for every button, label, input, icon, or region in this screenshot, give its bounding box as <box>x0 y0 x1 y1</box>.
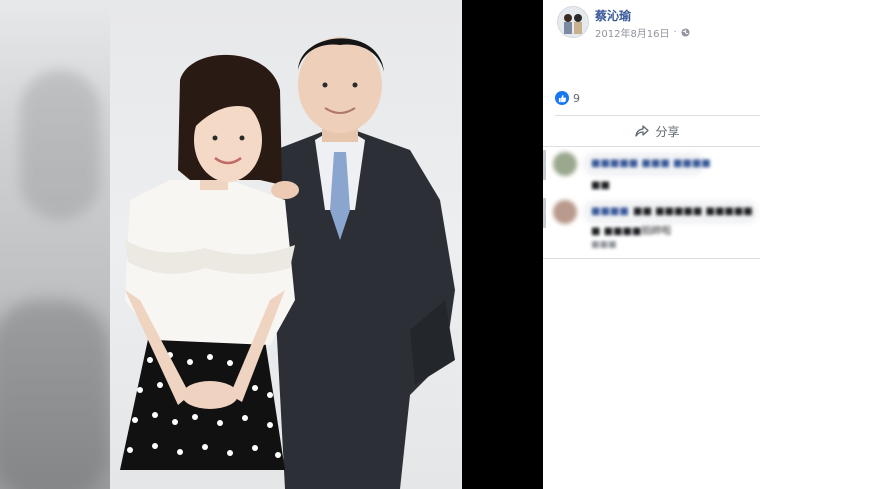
share-arrow-icon <box>635 125 650 137</box>
divider <box>555 115 760 116</box>
comment-text: ■■ ■■■■■ ■■■■■ <box>633 206 753 217</box>
share-label: 分享 <box>655 124 680 139</box>
globe-icon[interactable] <box>681 28 690 37</box>
reaction-count: 9 <box>573 91 580 105</box>
reactions-summary[interactable]: 9 <box>555 91 580 105</box>
photo-illustration <box>120 37 455 489</box>
share-button[interactable]: 分享 <box>555 117 760 145</box>
blurred-photo-background <box>0 0 110 489</box>
post-photo[interactable] <box>110 0 462 489</box>
divider <box>543 258 760 259</box>
divider <box>543 146 760 147</box>
commenter-name[interactable]: ■■■■■ ■■■ ■■■■ <box>591 158 711 169</box>
comment-text-line2: ■ ■■■■拍帥啦 <box>591 226 672 237</box>
comment-meta[interactable]: ■■■ <box>591 240 617 250</box>
post-details-panel: 蔡沁瑜 2012年8月16日 · 9 分享 ■■■■■ ■■■ ■■■■ ■■ <box>543 0 870 489</box>
post-meta: 2012年8月16日 · <box>595 25 690 40</box>
post-date[interactable]: 2012年8月16日 <box>595 25 670 40</box>
comment-text: ■■ <box>591 180 610 191</box>
viewer-letterbox <box>462 0 543 489</box>
commenter-avatar[interactable] <box>553 152 577 176</box>
photo-viewer[interactable] <box>0 0 543 489</box>
commenter-avatar[interactable] <box>553 200 577 224</box>
post-author-name[interactable]: 蔡沁瑜 <box>595 7 631 24</box>
like-icon <box>555 91 569 105</box>
author-avatar[interactable] <box>557 6 589 38</box>
commenter-name[interactable]: ■■■■ <box>591 206 629 217</box>
